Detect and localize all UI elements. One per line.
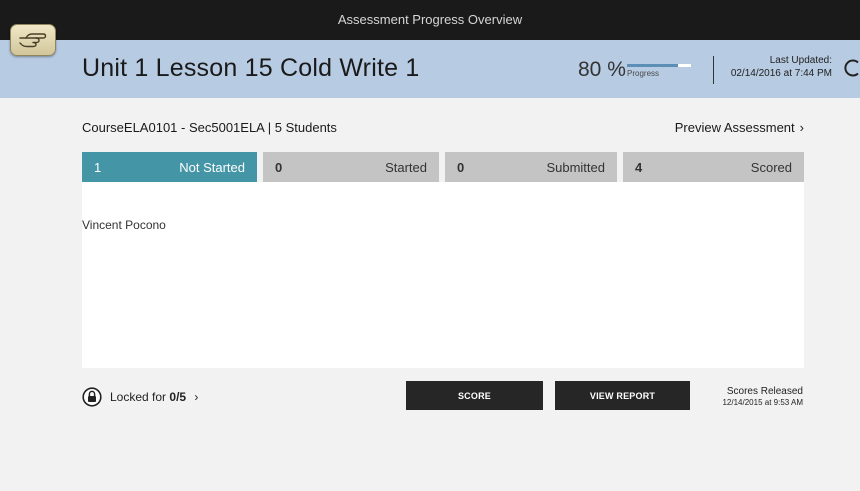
assessment-header: Unit 1 Lesson 15 Cold Write 1 80 % Progr… bbox=[0, 40, 860, 98]
tab-label: Started bbox=[385, 160, 427, 175]
page-title: Unit 1 Lesson 15 Cold Write 1 bbox=[82, 54, 420, 82]
tab-not-started[interactable]: 1 Not Started bbox=[82, 152, 257, 192]
title-bar: Assessment Progress Overview bbox=[0, 0, 860, 40]
list-item[interactable]: Vincent Pocono bbox=[82, 218, 166, 232]
lock-icon[interactable] bbox=[82, 387, 102, 407]
chevron-right-icon: › bbox=[194, 390, 199, 404]
refresh-icon[interactable] bbox=[843, 58, 860, 78]
last-updated-label: Last Updated: bbox=[769, 55, 832, 66]
student-count: 5 bbox=[274, 120, 282, 135]
tab-count: 0 bbox=[457, 160, 465, 175]
score-button[interactable]: SCORE bbox=[406, 381, 543, 410]
window-title: Assessment Progress Overview bbox=[337, 12, 523, 27]
scores-released-date: 12/14/2015 at 9:53 AM bbox=[722, 398, 803, 407]
progress-bar bbox=[627, 64, 691, 67]
tab-count: 1 bbox=[94, 160, 102, 175]
locked-count: 0/5 bbox=[169, 390, 187, 404]
progress-bar-fill bbox=[627, 64, 679, 67]
pointing-hand-icon[interactable] bbox=[10, 24, 56, 56]
preview-assessment-link[interactable]: Preview Assessment › bbox=[675, 120, 804, 135]
tab-count: 0 bbox=[275, 160, 283, 175]
tab-started[interactable]: 0 Started bbox=[263, 152, 439, 182]
view-report-button[interactable]: VIEW REPORT bbox=[555, 381, 690, 410]
status-tabs: 1 Not Started 0 Started 0 Submitted 4 Sc… bbox=[82, 152, 804, 192]
last-updated-date: 02/14/2016 at 7:44 PM bbox=[730, 68, 832, 79]
chevron-right-icon: › bbox=[799, 120, 804, 135]
locked-status-link[interactable]: Locked for 0/5 › bbox=[110, 390, 198, 404]
course-info: CourseELA0101 - Sec5001ELA | 5 Students bbox=[82, 120, 337, 135]
tab-label: Submitted bbox=[546, 160, 605, 175]
tab-count: 4 bbox=[635, 160, 643, 175]
course-section: CourseELA0101 - Sec5001ELA | bbox=[82, 120, 272, 135]
student-list-panel: Vincent Pocono bbox=[82, 182, 804, 368]
tab-label: Not Started bbox=[179, 160, 245, 175]
scores-released-label: Scores Released bbox=[726, 386, 803, 397]
header-divider bbox=[713, 56, 714, 84]
progress-label: Progress bbox=[627, 69, 660, 78]
tab-submitted[interactable]: 0 Submitted bbox=[445, 152, 617, 182]
students-label: Students bbox=[285, 120, 337, 135]
progress-percent: 80 % bbox=[578, 58, 626, 81]
locked-label: Locked for bbox=[110, 390, 167, 404]
preview-assessment-label: Preview Assessment bbox=[674, 120, 795, 135]
tab-scored[interactable]: 4 Scored bbox=[623, 152, 804, 182]
tab-label: Scored bbox=[750, 160, 792, 175]
